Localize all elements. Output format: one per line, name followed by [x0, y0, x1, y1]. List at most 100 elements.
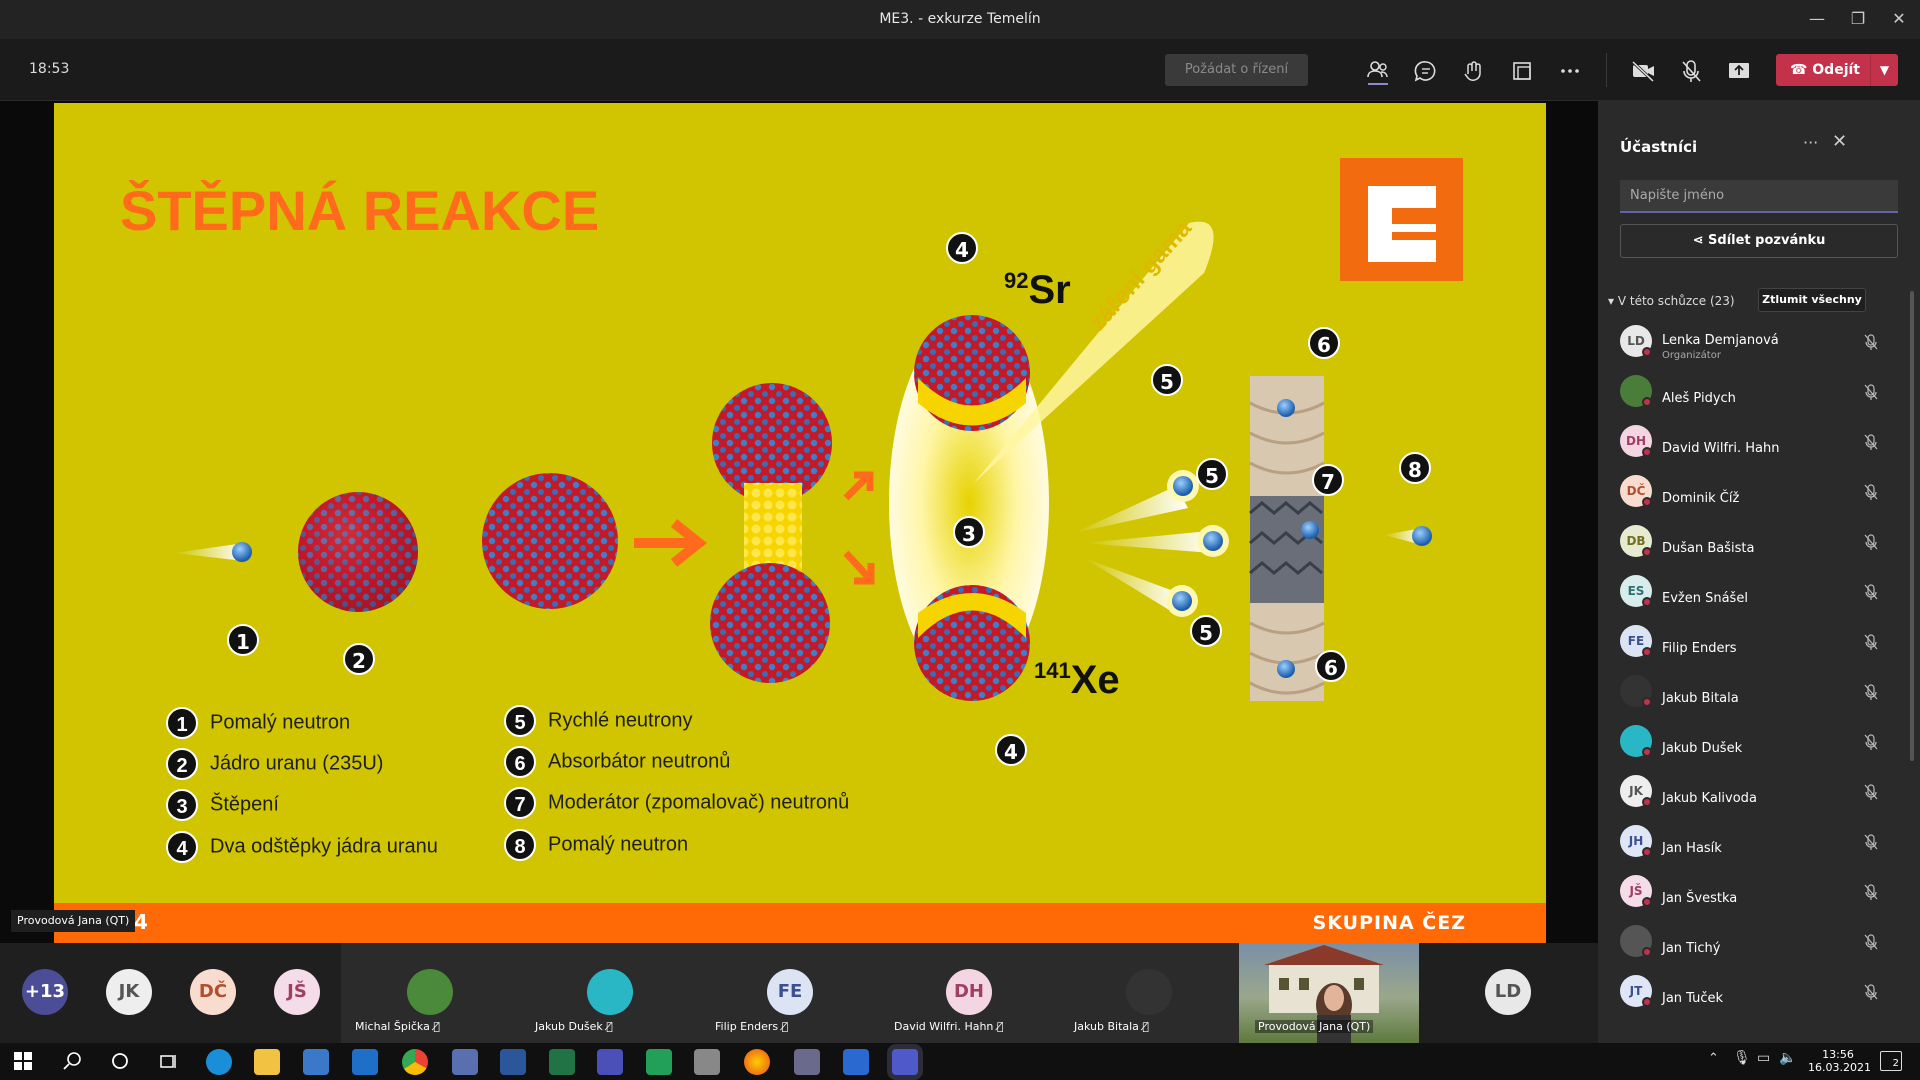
participant-tile[interactable]: DH David Wilfri. Hahn 🎙̸: [880, 943, 1060, 1043]
participant-row[interactable]: JŠ Jan Švestka: [1598, 867, 1920, 917]
reactions-icon[interactable]: [1457, 54, 1491, 88]
presence-indicator: [1642, 847, 1652, 857]
rooms-icon[interactable]: [1505, 54, 1539, 88]
windows-start-icon[interactable]: [14, 1052, 32, 1070]
participant-tile[interactable]: Michal Špička 🎙̸: [341, 943, 521, 1043]
mic-off-icon[interactable]: [1862, 483, 1880, 501]
word-icon[interactable]: [500, 1049, 526, 1075]
participant-row[interactable]: JT Jan Tuček: [1598, 967, 1920, 1017]
request-control-button[interactable]: Požádat o řízení: [1165, 54, 1308, 86]
participant-tile[interactable]: Jakub Dušek 🎙̸: [521, 943, 701, 1043]
more-options-icon[interactable]: [1553, 54, 1587, 88]
diagram-marker-3: 3: [953, 516, 985, 548]
calculator-icon[interactable]: [794, 1049, 820, 1075]
chevron-down-icon[interactable]: ▼: [1870, 54, 1898, 86]
tile-name: David Wilfri. Hahn 🎙̸: [894, 1020, 1004, 1033]
mic-off-icon[interactable]: [1862, 983, 1880, 1001]
chrome-icon[interactable]: [402, 1049, 428, 1075]
tray-clock[interactable]: 13:56 16.03.2021: [1808, 1048, 1871, 1074]
participants-panel: Účastníci ··· ✕ ⋖ Sdílet pozvánku ▾ V té…: [1598, 101, 1920, 1043]
panel-close-icon[interactable]: ✕: [1832, 131, 1847, 152]
store-icon[interactable]: [303, 1049, 329, 1075]
legend-item: 7 Moderátor (zpomalovač) neutronů: [504, 787, 849, 819]
diagram-marker-7: 7: [1312, 464, 1344, 496]
participant-tile[interactable]: LD: [1419, 943, 1598, 1043]
minimize-button[interactable]: —: [1797, 6, 1837, 32]
participant-tile[interactable]: Jakub Bitala 🎙̸: [1060, 943, 1240, 1043]
video-tile-presenter[interactable]: Provodová Jana (QT): [1239, 943, 1419, 1043]
isotope-xe-label: 141Xe: [1034, 658, 1120, 702]
participant-row[interactable]: JK Jakub Kalivoda: [1598, 767, 1920, 817]
participant-row[interactable]: DČ Dominik Číž: [1598, 467, 1920, 517]
participant-row[interactable]: Jakub Dušek: [1598, 717, 1920, 767]
tray-mic-icon[interactable]: 🎙: [1733, 1050, 1751, 1066]
teams-icon[interactable]: [892, 1049, 918, 1075]
presence-indicator: [1642, 447, 1652, 457]
mic-off-icon[interactable]: [1862, 433, 1880, 451]
participant-tile[interactable]: FE Filip Enders 🎙̸: [701, 943, 881, 1043]
app-icon[interactable]: [694, 1049, 720, 1075]
scrollbar[interactable]: [1910, 291, 1914, 761]
notification-center-icon[interactable]: 2: [1880, 1051, 1902, 1071]
mic-off-icon: 🎙̸: [1142, 1020, 1150, 1033]
mic-off-icon[interactable]: [1862, 333, 1880, 351]
share-screen-icon[interactable]: [1722, 54, 1756, 88]
overflow-participants-button[interactable]: +13: [22, 969, 68, 1015]
participant-name: Jan Tichý: [1662, 941, 1721, 956]
mic-off-icon[interactable]: [1862, 783, 1880, 801]
tray-chevron-icon[interactable]: ⌃: [1708, 1051, 1719, 1066]
task-view-icon[interactable]: [158, 1051, 178, 1071]
participant-row[interactable]: Aleš Pidych: [1598, 367, 1920, 417]
mic-off-icon[interactable]: [1862, 733, 1880, 751]
participant-row[interactable]: Jakub Bitala: [1598, 667, 1920, 717]
close-window-button[interactable]: ✕: [1879, 6, 1919, 32]
mic-off-icon[interactable]: [1862, 583, 1880, 601]
restore-button[interactable]: ❐: [1838, 6, 1878, 32]
legend-item: 3 Štěpení: [166, 789, 279, 821]
participant-row[interactable]: DH David Wilfri. Hahn: [1598, 417, 1920, 467]
search-icon[interactable]: [62, 1051, 82, 1071]
save-app-icon[interactable]: [597, 1049, 623, 1075]
network-icon[interactable]: ▭: [1757, 1050, 1770, 1066]
participant-row[interactable]: LD Lenka Demjanová Organizátor: [1598, 317, 1920, 367]
in-meeting-section-header[interactable]: ▾ V této schůzce (23): [1608, 294, 1735, 308]
firefox-icon[interactable]: [744, 1049, 770, 1075]
participant-name: Jan Švestka: [1662, 891, 1738, 906]
participant-row[interactable]: ES Evžen Snášel: [1598, 567, 1920, 617]
participant-row[interactable]: JH Jan Hasík: [1598, 817, 1920, 867]
presence-indicator: [1642, 347, 1652, 357]
participant-search-input[interactable]: [1620, 180, 1898, 213]
panel-more-icon[interactable]: ···: [1803, 133, 1818, 152]
mic-off-icon[interactable]: [1674, 54, 1708, 88]
leave-main-button[interactable]: ☎ Odejít: [1776, 54, 1870, 86]
share-invite-button[interactable]: ⋖ Sdílet pozvánku: [1620, 224, 1898, 258]
camera-off-icon[interactable]: [1626, 54, 1660, 88]
participants-icon[interactable]: [1361, 54, 1395, 88]
mic-off-icon[interactable]: [1862, 883, 1880, 901]
participant-row[interactable]: FE Filip Enders: [1598, 617, 1920, 667]
app-icon[interactable]: [646, 1049, 672, 1075]
chat-icon[interactable]: [1409, 54, 1443, 88]
mic-off-icon[interactable]: [1862, 533, 1880, 551]
leave-button[interactable]: ☎ Odejít ▼: [1776, 54, 1898, 86]
windows-taskbar: ⌃ 🎙 ▭ 🔈 13:56 16.03.2021 2: [0, 1043, 1920, 1080]
mic-off-icon[interactable]: [1862, 683, 1880, 701]
participant-row[interactable]: DB Dušan Bašista: [1598, 517, 1920, 567]
edge-icon[interactable]: [206, 1049, 232, 1075]
cortana-icon[interactable]: [110, 1051, 130, 1071]
mic-off-icon[interactable]: [1862, 633, 1880, 651]
volume-icon[interactable]: 🔈: [1779, 1050, 1796, 1066]
legend-item: 4 Dva odštěpky jádra uranu: [166, 831, 438, 863]
participant-row[interactable]: Jan Tichý: [1598, 917, 1920, 967]
app-icon[interactable]: [843, 1049, 869, 1075]
mic-off-icon[interactable]: [1862, 933, 1880, 951]
mute-all-button[interactable]: Ztlumit všechny: [1758, 288, 1866, 312]
tile-name: Jakub Bitala 🎙̸: [1074, 1020, 1150, 1033]
app-icon[interactable]: [452, 1049, 478, 1075]
file-explorer-icon[interactable]: [254, 1049, 280, 1075]
mail-icon[interactable]: [352, 1049, 378, 1075]
excel-icon[interactable]: [549, 1049, 575, 1075]
mic-off-icon[interactable]: [1862, 383, 1880, 401]
mic-off-icon[interactable]: [1862, 833, 1880, 851]
legend-item: 8 Pomalý neutron: [504, 829, 688, 861]
